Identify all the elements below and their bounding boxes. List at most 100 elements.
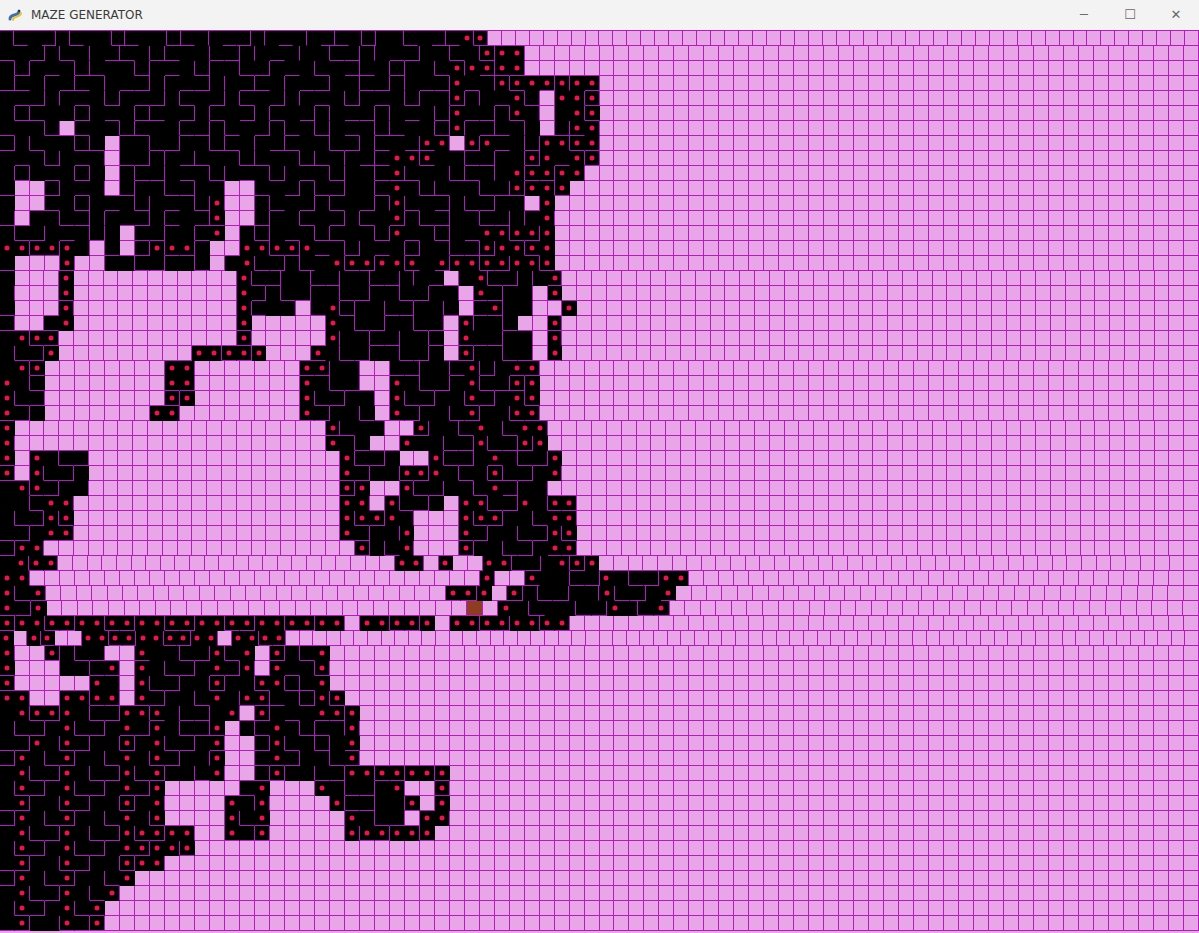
visited-cell	[180, 196, 195, 211]
visited-cell	[15, 76, 30, 91]
unvisited-cell	[947, 346, 962, 361]
unvisited-cell	[689, 151, 704, 166]
unvisited-cell	[1124, 196, 1139, 211]
visited-cell	[418, 31, 432, 46]
unvisited-cell	[962, 301, 977, 316]
visited-cell	[450, 241, 465, 256]
maze-row	[0, 136, 1199, 151]
unvisited-cell	[133, 271, 148, 286]
stack-dot	[34, 366, 39, 371]
unvisited-cell	[839, 211, 854, 226]
visited-cell	[120, 166, 135, 181]
maximize-button[interactable]: ☐	[1107, 0, 1153, 30]
unvisited-cell	[674, 166, 689, 181]
unvisited-cell	[192, 286, 207, 301]
visited-cell	[266, 301, 281, 316]
stack-dot	[499, 261, 504, 266]
unvisited-cell	[844, 301, 859, 316]
unvisited-cell	[799, 271, 814, 286]
unvisited-cell	[629, 61, 644, 76]
visited-cell	[210, 46, 225, 61]
unvisited-cell	[704, 136, 719, 151]
unvisited-cell	[150, 361, 165, 376]
unvisited-cell	[1066, 316, 1081, 331]
visited-cell	[135, 106, 150, 121]
unvisited-cell	[607, 331, 622, 346]
unvisited-cell	[1109, 241, 1124, 256]
maze-row	[0, 181, 1199, 196]
stack-dot	[19, 366, 24, 371]
unvisited-cell	[859, 316, 874, 331]
unvisited-cell	[959, 136, 974, 151]
visited-cell	[255, 166, 270, 181]
stack-dot	[529, 246, 534, 251]
unvisited-cell	[104, 301, 119, 316]
visited-cell	[180, 61, 195, 76]
visited-cell	[270, 46, 285, 61]
visited-cell	[15, 151, 30, 166]
unvisited-cell	[1184, 256, 1199, 271]
visited-cell	[225, 136, 240, 151]
visited-cell	[450, 226, 465, 241]
unvisited-cell	[120, 361, 135, 376]
minimize-button[interactable]: ─	[1061, 0, 1107, 30]
unvisited-cell	[719, 151, 734, 166]
visited-cell	[435, 91, 450, 106]
visited-cell	[390, 241, 405, 256]
unvisited-cell	[829, 301, 844, 316]
unvisited-cell	[884, 211, 899, 226]
visited-cell	[360, 166, 375, 181]
visited-cell	[45, 106, 60, 121]
unvisited-cell	[614, 106, 629, 121]
unvisited-cell	[1109, 151, 1124, 166]
unvisited-cell	[725, 286, 740, 301]
unvisited-cell	[1094, 136, 1109, 151]
stack-cell	[465, 361, 480, 376]
unvisited-cell	[133, 316, 148, 331]
unvisited-cell	[767, 31, 781, 46]
stack-dot	[226, 351, 231, 356]
unvisited-cell	[764, 106, 779, 121]
unvisited-cell	[562, 286, 577, 301]
unvisited-cell	[90, 241, 105, 256]
unvisited-cell	[1110, 316, 1125, 331]
unvisited-cell	[929, 151, 944, 166]
unvisited-cell	[614, 91, 629, 106]
unvisited-cell	[585, 61, 600, 76]
unvisited-cell	[749, 76, 764, 91]
unvisited-cell	[854, 136, 869, 151]
unvisited-cell	[725, 316, 740, 331]
stack-cell	[570, 91, 585, 106]
visited-cell	[390, 136, 405, 151]
unvisited-cell	[192, 301, 207, 316]
stack-cell	[585, 136, 600, 151]
visited-cell	[311, 286, 326, 301]
unvisited-cell	[929, 241, 944, 256]
visited-cell	[375, 241, 390, 256]
stack-dot	[544, 231, 549, 236]
unvisited-cell	[1019, 196, 1034, 211]
visited-cell	[429, 301, 444, 316]
unvisited-cell	[1184, 46, 1199, 61]
unvisited-cell	[824, 151, 839, 166]
visited-cell	[195, 121, 210, 136]
unvisited-cell	[839, 136, 854, 151]
unvisited-cell	[255, 361, 270, 376]
visited-cell	[195, 196, 210, 211]
close-button[interactable]: ✕	[1153, 0, 1199, 30]
unvisited-cell	[488, 31, 502, 46]
maze-grid	[0, 30, 1199, 931]
unvisited-cell	[585, 181, 600, 196]
unvisited-cell	[1184, 271, 1199, 286]
stack-cell	[465, 256, 480, 271]
stack-cell	[180, 361, 195, 376]
unvisited-cell	[914, 151, 929, 166]
visited-cell	[30, 106, 45, 121]
unvisited-cell	[644, 241, 659, 256]
visited-cell	[330, 361, 345, 376]
unvisited-cell	[659, 361, 674, 376]
visited-cell	[105, 241, 120, 256]
stack-cell	[570, 151, 585, 166]
unvisited-cell	[884, 151, 899, 166]
visited-cell	[225, 91, 240, 106]
